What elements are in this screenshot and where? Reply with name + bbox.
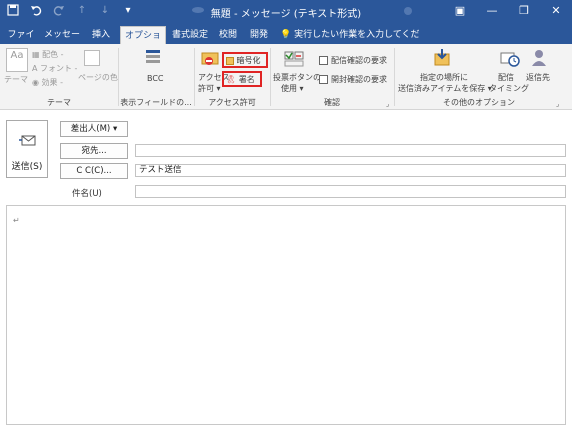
bcc-button[interactable]: BCC xyxy=(147,74,164,83)
delay-delivery-line2[interactable]: タイミング xyxy=(489,83,529,94)
ribbon-display-options-icon[interactable]: ▣ xyxy=(444,0,476,24)
tracking-dialog-launcher-icon[interactable]: ⌟ xyxy=(386,100,389,108)
message-body[interactable]: ↵ xyxy=(6,205,566,425)
paragraph-mark: ↵ xyxy=(13,216,20,225)
read-receipt-label: 開封確認の要求 xyxy=(331,75,387,84)
permission-icon xyxy=(201,50,221,68)
close-button[interactable]: ✕ xyxy=(540,0,572,24)
tab-message[interactable]: メッセージ xyxy=(40,26,84,58)
delivery-receipt-checkbox[interactable] xyxy=(319,56,328,65)
from-button[interactable]: 差出人(M) ▾ xyxy=(60,121,128,137)
theme-button[interactable]: テーマ xyxy=(4,74,28,85)
to-field[interactable] xyxy=(135,144,566,157)
save-sent-item-line2[interactable]: 送信済みアイテムを保存 ▾ xyxy=(398,83,492,94)
to-button[interactable]: 宛先... xyxy=(60,143,128,159)
ribbon-award-icon: 🎗 xyxy=(226,75,237,84)
encrypt-button[interactable]: 暗号化 xyxy=(226,55,261,66)
tab-file[interactable]: ファイル xyxy=(4,26,38,58)
tab-developer[interactable]: 開発 xyxy=(244,26,274,44)
voting-button-line1[interactable]: 投票ボタンの xyxy=(273,72,321,83)
effects-button[interactable]: ◉ 効果 - xyxy=(32,77,63,88)
page-color-button[interactable]: ページの色 xyxy=(78,72,118,83)
tab-options[interactable]: オプション xyxy=(120,26,166,59)
window-controls: ▣ — ❐ ✕ xyxy=(444,0,572,24)
tab-review[interactable]: 校閲 xyxy=(214,26,242,44)
restore-button[interactable]: ❐ xyxy=(508,0,540,24)
send-label: 送信(S) xyxy=(11,162,43,172)
more-options-dialog-launcher-icon[interactable]: ⌟ xyxy=(556,100,559,108)
reply-to-icon xyxy=(530,48,548,68)
minimize-button[interactable]: — xyxy=(476,0,508,24)
colors-button[interactable]: ▦ 配色 - xyxy=(32,49,64,60)
cc-field[interactable]: テスト送信 xyxy=(135,164,566,177)
cc-button[interactable]: C C(C)... xyxy=(60,163,128,179)
group-label-theme: テーマ xyxy=(47,98,71,107)
tell-me-box[interactable]: 💡 実行したい作業を入力してください xyxy=(280,26,420,58)
delay-delivery-line1[interactable]: 配信 xyxy=(498,72,514,83)
theme-icon: Aa xyxy=(6,48,28,72)
encrypt-icon xyxy=(226,56,234,65)
page-color-icon xyxy=(84,50,100,66)
delay-delivery-icon xyxy=(500,48,520,68)
subject-field[interactable] xyxy=(135,185,566,198)
tab-format-text[interactable]: 書式設定 xyxy=(168,26,212,44)
sign-button[interactable]: 🎗 署名 xyxy=(226,74,255,85)
ribbon: Aa テーマ ▦ 配色 - A フォント - ◉ 効果 - ページの色 テーマ … xyxy=(0,44,572,110)
subject-label: 件名(U) xyxy=(72,189,102,199)
tab-insert[interactable]: 挿入 xyxy=(86,26,116,44)
send-button[interactable]: 送信(S) xyxy=(6,120,48,178)
bcc-icon xyxy=(144,48,164,66)
ribbon-tabs: ファイル メッセージ 挿入 オプション 書式設定 校閲 開発 💡 実行したい作業… xyxy=(0,24,572,59)
group-label-show-fields: 表示フィールドの... xyxy=(120,98,192,107)
lightbulb-icon: 💡 xyxy=(280,30,292,40)
permission-button-line2[interactable]: 許可 ▾ xyxy=(198,83,221,94)
group-label-permission: アクセス許可 xyxy=(208,98,256,107)
group-label-tracking: 確認 xyxy=(324,98,340,107)
delivery-receipt-label: 配信確認の要求 xyxy=(331,56,387,65)
save-sent-item-line1[interactable]: 指定の場所に xyxy=(420,72,468,83)
reply-to-button[interactable]: 返信先 xyxy=(526,72,550,83)
group-label-more-options: その他のオプション xyxy=(443,98,515,107)
read-receipt-checkbox[interactable] xyxy=(319,75,328,84)
voting-button-line2[interactable]: 使用 ▾ xyxy=(281,83,304,94)
title-bar: ↑ ↓ ▾ 無題 - メッセージ (テキスト形式) ▣ — ❐ ✕ xyxy=(0,0,572,24)
voting-buttons-icon xyxy=(283,50,305,68)
fonts-button[interactable]: A フォント - xyxy=(32,63,77,74)
save-sent-item-icon xyxy=(433,48,453,68)
send-icon xyxy=(19,135,36,146)
